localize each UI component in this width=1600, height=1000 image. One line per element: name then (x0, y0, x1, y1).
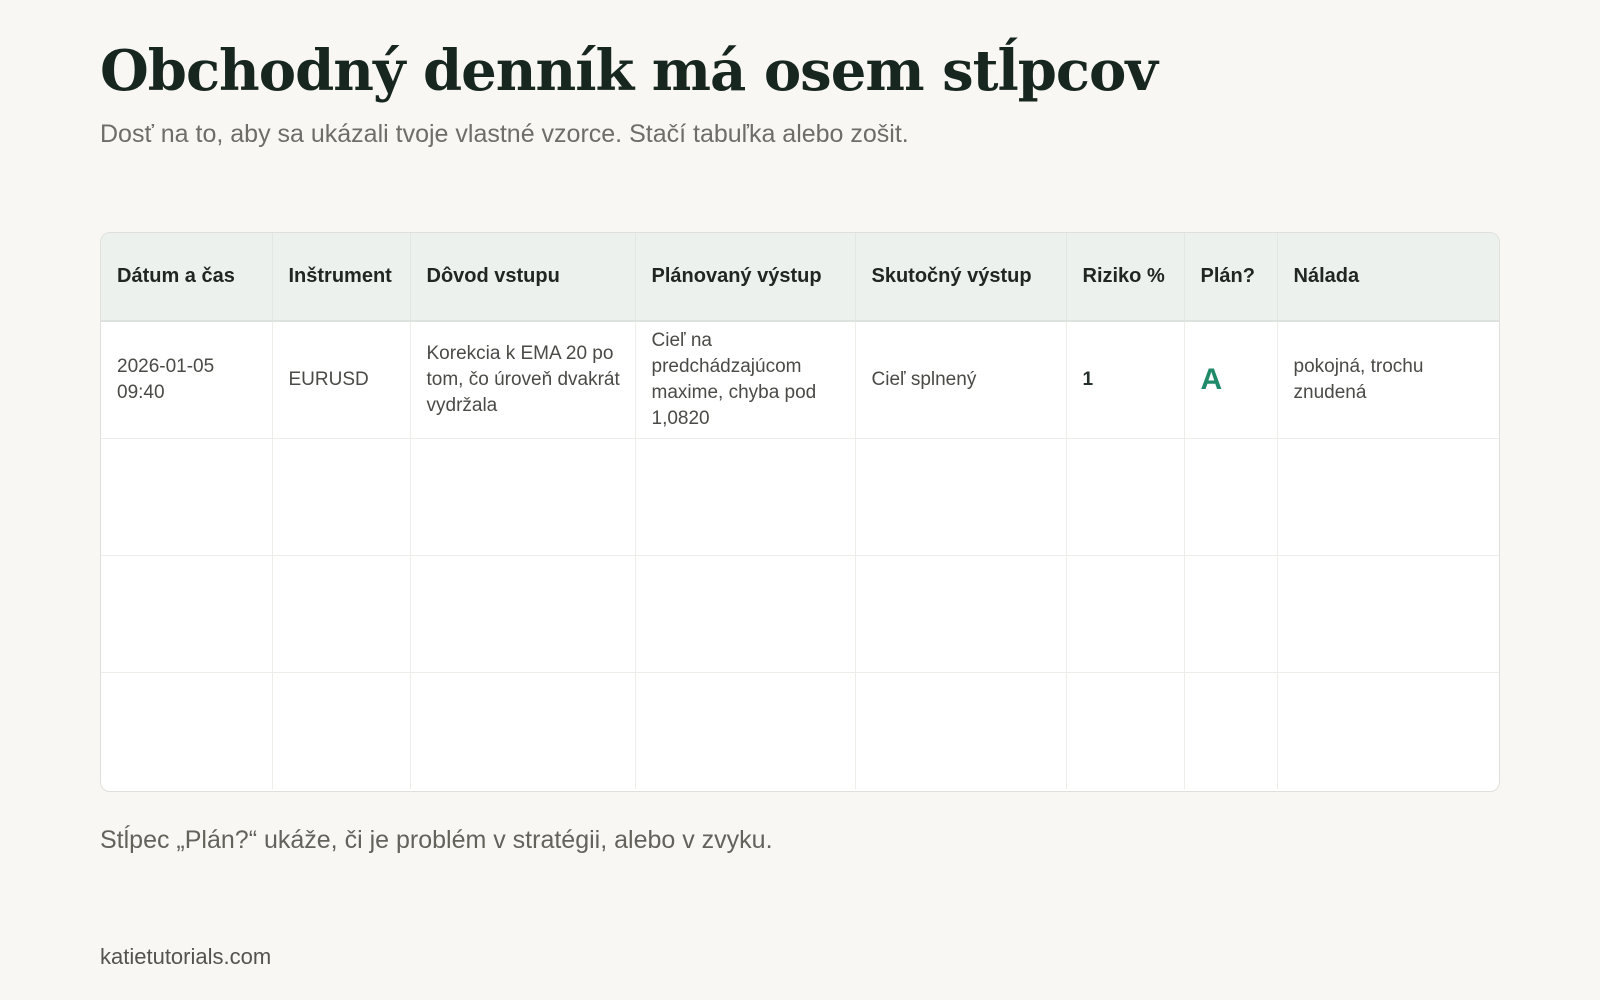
table-cell (101, 438, 273, 556)
table-cell (1066, 438, 1185, 556)
table-header-row: Dátum a čas Inštrument Dôvod vstupu Plán… (101, 233, 1499, 322)
journal-table: Dátum a čas Inštrument Dôvod vstupu Plán… (101, 233, 1499, 789)
header-datetime: Dátum a čas (101, 233, 273, 322)
header-instrument: Inštrument (272, 233, 411, 322)
table-cell (272, 672, 411, 789)
table-cell (410, 555, 636, 673)
table-cell (1066, 555, 1185, 673)
table-cell (410, 438, 636, 556)
table-cell (1066, 672, 1185, 789)
table-cell (635, 672, 856, 789)
cell-entry-reason: Korekcia k EMA 20 po tom, čo úroveň dvak… (410, 321, 636, 439)
table-row: 2026-01-05 09:40 EURUSD Korekcia k EMA 2… (101, 321, 1499, 439)
table-cell (1184, 555, 1278, 673)
table-cell (272, 555, 411, 673)
cell-planned-exit: Cieľ na predchádzajúcom maxime, chyba po… (635, 321, 856, 439)
table-cell (272, 438, 411, 556)
header-entry-reason: Dôvod vstupu (410, 233, 636, 322)
table-cell (635, 438, 856, 556)
table-row (101, 438, 1499, 556)
header-planned-exit: Plánovaný výstup (635, 233, 856, 322)
page-title: Obchodný denník má osem stĺpcov (100, 38, 1158, 104)
table-cell (1277, 555, 1499, 673)
header-actual-exit: Skutočný výstup (855, 233, 1067, 322)
journal-table-card: Dátum a čas Inštrument Dôvod vstupu Plán… (100, 232, 1500, 792)
cell-actual-exit: Cieľ splnený (855, 321, 1067, 439)
table-cell (1277, 672, 1499, 789)
cell-risk: 1 (1066, 321, 1185, 439)
table-caption: Stĺpec „Plán?“ ukáže, či je problém v st… (100, 826, 773, 854)
cell-datetime: 2026-01-05 09:40 (101, 321, 273, 439)
cell-mood: pokojná, trochu znudená (1277, 321, 1499, 439)
table-cell (855, 555, 1067, 673)
header-risk: Riziko % (1066, 233, 1185, 322)
table-row (101, 672, 1499, 789)
table-cell (1184, 438, 1278, 556)
header-mood: Nálada (1277, 233, 1499, 322)
cell-plan: A (1184, 321, 1278, 439)
footer-site: katietutorials.com (100, 944, 272, 969)
table-cell (410, 672, 636, 789)
table-cell (855, 672, 1067, 789)
page: Obchodný denník má osem stĺpcov Dosť na … (100, 0, 1500, 1000)
table-cell (101, 672, 273, 789)
table-cell (1277, 438, 1499, 556)
table-cell (635, 555, 856, 673)
table-cell (1184, 672, 1278, 789)
header-plan: Plán? (1184, 233, 1278, 322)
table-row (101, 555, 1499, 673)
page-subtitle: Dosť na to, aby sa ukázali tvoje vlastné… (100, 120, 909, 148)
table-cell (101, 555, 273, 673)
cell-instrument: EURUSD (272, 321, 411, 439)
table-cell (855, 438, 1067, 556)
